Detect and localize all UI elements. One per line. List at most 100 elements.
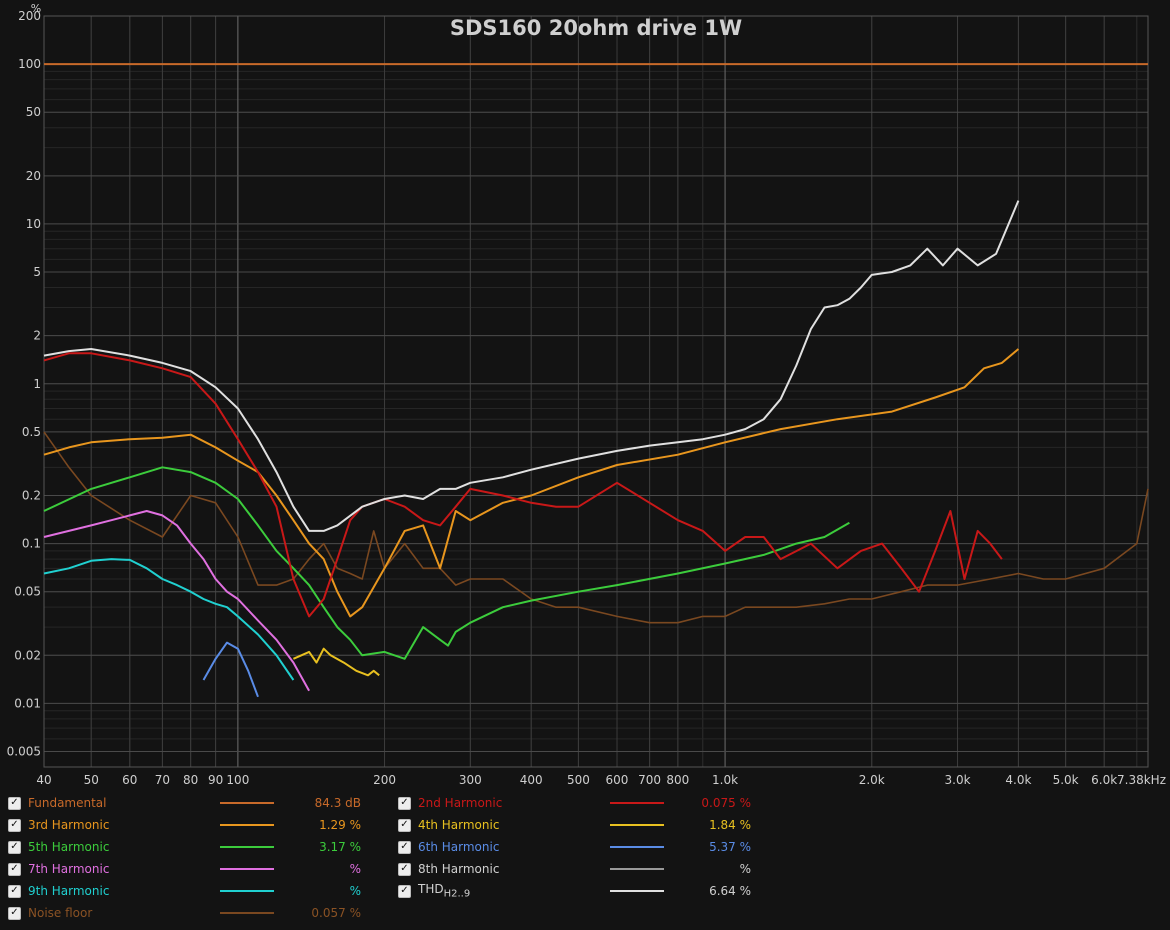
checkmark-icon: ✓ <box>10 863 19 874</box>
legend-checkbox-2nd-harmonic[interactable]: ✓ <box>398 796 411 810</box>
legend-swatch-8th-harmonic <box>610 868 664 870</box>
legend: ✓ Fundamental 84.3 dB ✓ 2nd Harmonic 0.075 % ✓… <box>0 792 800 930</box>
x-tick-label: 1.0k <box>712 773 738 787</box>
legend-item-thd: ✓ THDH2..9 6.64 % <box>398 880 758 902</box>
legend-value-thd: 6.64 % <box>709 884 751 898</box>
legend-label-subscript: H2..9 <box>443 888 471 900</box>
legend-label-text: Fundamental <box>28 796 107 810</box>
legend-checkbox-thd[interactable]: ✓ <box>398 884 411 898</box>
y-tick-label: 0.005 <box>7 745 41 759</box>
legend-checkbox-4th-harmonic[interactable]: ✓ <box>398 818 411 832</box>
legend-checkbox-6th-harmonic[interactable]: ✓ <box>398 840 411 854</box>
legend-item-6th-harmonic: ✓ 6th Harmonic 5.37 % <box>398 836 758 858</box>
checkmark-icon: ✓ <box>400 819 409 830</box>
x-tick-label: 6.0k <box>1091 773 1117 787</box>
legend-label-text: 5th Harmonic <box>28 840 110 854</box>
checkmark-icon: ✓ <box>10 885 19 896</box>
legend-value-9th-harmonic: % <box>349 884 361 898</box>
y-tick-label: 0.05 <box>14 585 41 599</box>
legend-label-9th-harmonic: 9th Harmonic <box>28 884 109 898</box>
x-tick-label: 5.0k <box>1053 773 1079 787</box>
checkmark-icon: ✓ <box>10 797 19 808</box>
y-tick-label: 0.1 <box>22 537 41 551</box>
legend-label-fundamental: Fundamental <box>28 796 107 810</box>
legend-label-text: 2nd Harmonic <box>418 796 503 810</box>
legend-checkbox-fundamental[interactable]: ✓ <box>8 796 21 810</box>
x-tick-label: 4.0k <box>1005 773 1031 787</box>
legend-swatch-3rd-harmonic <box>220 824 274 826</box>
legend-item-9th-harmonic: ✓ 9th Harmonic% <box>8 880 368 902</box>
legend-checkbox-3rd-harmonic[interactable]: ✓ <box>8 818 21 832</box>
legend-item-3rd-harmonic: ✓ 3rd Harmonic 1.29 % <box>8 814 368 836</box>
x-tick-label: 70 <box>155 773 170 787</box>
legend-value-5th-harmonic: 3.17 % <box>319 840 361 854</box>
legend-swatch-noise-floor <box>220 912 274 914</box>
x-tick-label: 100 <box>226 773 249 787</box>
legend-value-8th-harmonic: % <box>739 862 751 876</box>
legend-label-3rd-harmonic: 3rd Harmonic <box>28 818 109 832</box>
legend-value-noise-floor: 0.057 % <box>311 906 361 920</box>
y-tick-label: 2 <box>33 329 41 343</box>
legend-checkbox-7th-harmonic[interactable]: ✓ <box>8 862 21 876</box>
y-tick-label: 0.01 <box>14 696 41 710</box>
legend-item-7th-harmonic: ✓ 7th Harmonic% <box>8 858 368 880</box>
legend-swatch-5th-harmonic <box>220 846 274 848</box>
checkmark-icon: ✓ <box>400 841 409 852</box>
x-tick-label: 80 <box>183 773 198 787</box>
legend-label-7th-harmonic: 7th Harmonic <box>28 862 109 876</box>
legend-label-8th-harmonic: 8th Harmonic <box>418 862 499 876</box>
legend-checkbox-9th-harmonic[interactable]: ✓ <box>8 884 21 898</box>
legend-checkbox-noise-floor[interactable]: ✓ <box>8 906 21 920</box>
x-tick-label: 3.0k <box>945 773 971 787</box>
y-unit-label: % <box>31 2 41 15</box>
legend-value-4th-harmonic: 1.84 % <box>709 818 751 832</box>
y-tick-label: 10 <box>26 217 41 231</box>
checkmark-icon: ✓ <box>10 907 19 918</box>
checkmark-icon: ✓ <box>400 863 409 874</box>
x-tick-label: 40 <box>36 773 51 787</box>
y-tick-label: 5 <box>33 265 41 279</box>
legend-value-2nd-harmonic: 0.075 % <box>701 796 751 810</box>
plot-background <box>0 0 1170 792</box>
x-tick-label: 7.38kHz <box>1117 773 1166 787</box>
legend-swatch-9th-harmonic <box>220 890 274 892</box>
legend-swatch-7th-harmonic <box>220 868 274 870</box>
y-tick-label: 20 <box>26 169 41 183</box>
y-tick-label: 50 <box>26 105 41 119</box>
x-tick-label: 500 <box>567 773 590 787</box>
legend-label-4th-harmonic: 4th Harmonic <box>418 818 499 832</box>
y-tick-label: 1 <box>33 377 41 391</box>
x-tick-label: 700 <box>638 773 661 787</box>
legend-item-4th-harmonic: ✓ 4th Harmonic 1.84 % <box>398 814 758 836</box>
legend-label-text: 7th Harmonic <box>28 862 110 876</box>
y-tick-label: 0.5 <box>22 425 41 439</box>
legend-label-text: 9th Harmonic <box>28 884 110 898</box>
checkmark-icon: ✓ <box>10 841 19 852</box>
y-tick-label: 0.02 <box>14 648 41 662</box>
legend-checkbox-5th-harmonic[interactable]: ✓ <box>8 840 21 854</box>
legend-label-text: THD <box>418 882 444 897</box>
legend-label-thd: THDH2..9 <box>418 882 470 899</box>
x-tick-label: 200 <box>373 773 396 787</box>
legend-item-8th-harmonic: ✓ 8th Harmonic% <box>398 858 758 880</box>
x-tick-label: 90 <box>208 773 223 787</box>
legend-value-6th-harmonic: 5.37 % <box>709 840 751 854</box>
legend-swatch-thd <box>610 890 664 892</box>
legend-label-text: 4th Harmonic <box>418 818 500 832</box>
legend-label-2nd-harmonic: 2nd Harmonic <box>418 796 502 810</box>
checkmark-icon: ✓ <box>10 819 19 830</box>
x-tick-label: 50 <box>84 773 99 787</box>
legend-label-text: 8th Harmonic <box>418 862 500 876</box>
x-tick-label: 800 <box>666 773 689 787</box>
legend-label-text: 3rd Harmonic <box>28 818 110 832</box>
x-tick-label: 400 <box>520 773 543 787</box>
legend-swatch-6th-harmonic <box>610 846 664 848</box>
chart-title: SDS160 20ohm drive 1W <box>450 16 742 40</box>
legend-swatch-fundamental <box>220 802 274 804</box>
distortion-chart: 200 100 50 20 10 5 2 1 0.5 0.2 0.1 0.05 0.02 0.01 0.00… <box>0 0 1170 792</box>
legend-swatch-4th-harmonic <box>610 824 664 826</box>
legend-checkbox-8th-harmonic[interactable]: ✓ <box>398 862 411 876</box>
legend-label-5th-harmonic: 5th Harmonic <box>28 840 109 854</box>
x-tick-label: 300 <box>459 773 482 787</box>
legend-swatch-2nd-harmonic <box>610 802 664 804</box>
